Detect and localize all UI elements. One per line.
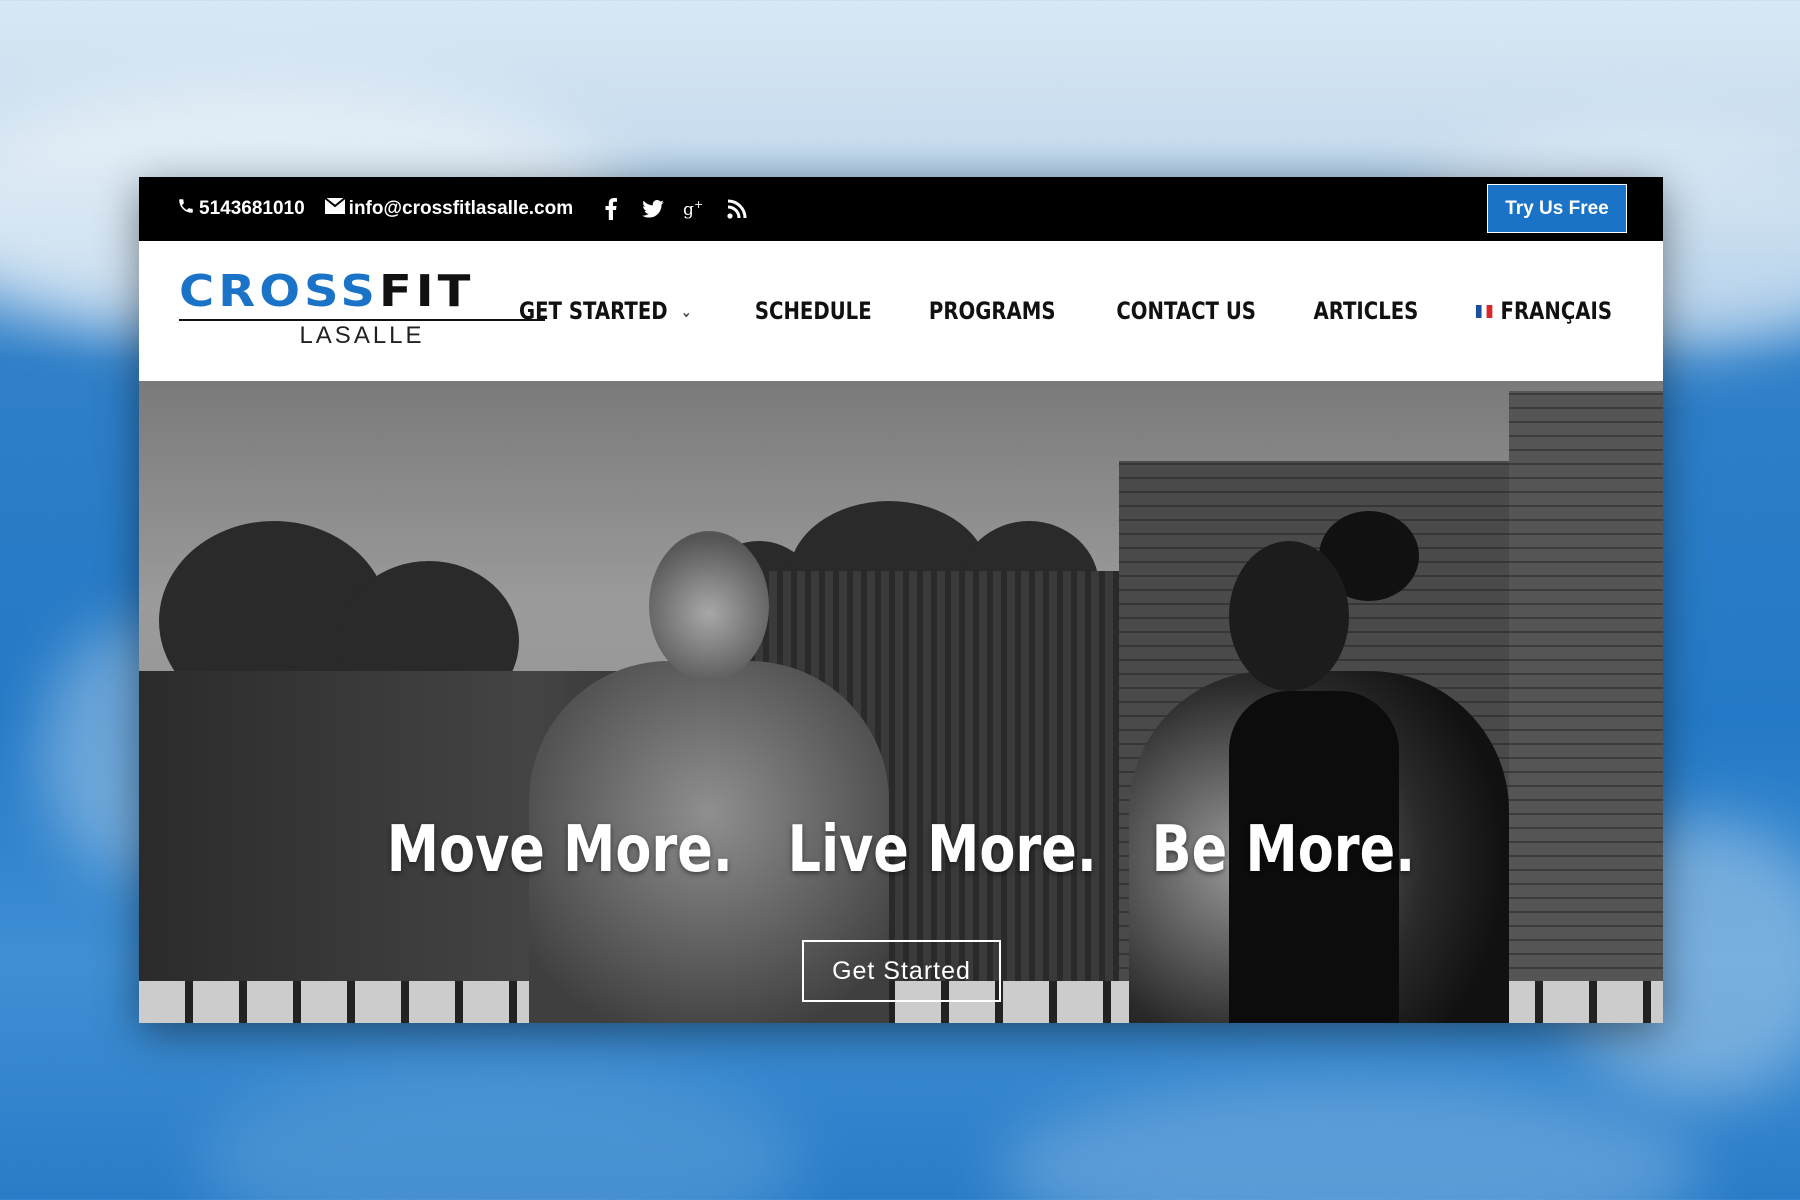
hero-headline: Move More. Live More. Be More. (386, 813, 1416, 887)
phone-link[interactable]: 5143681010 (177, 197, 305, 221)
social-links: g + (599, 197, 749, 221)
nav-item-contact-us[interactable]: CONTACT US (1116, 297, 1256, 325)
facebook-icon[interactable] (599, 197, 623, 221)
svg-text:+: + (694, 199, 703, 211)
nav-item-articles[interactable]: ARTICLES (1314, 297, 1419, 325)
main-nav: GET STARTED ⌄ SCHEDULE PROGRAMS CONTACT … (500, 241, 1627, 381)
try-us-free-button[interactable]: Try Us Free (1487, 184, 1627, 233)
nav-item-francais[interactable]: FRANÇAIS (1475, 297, 1612, 325)
crossfit-lasalle-logo[interactable]: CROSSFIT LASALLE (179, 269, 545, 351)
nav-item-get-started[interactable]: GET STARTED ⌄ (519, 297, 692, 325)
contact-info: 5143681010 info@crossfitlasalle.com (177, 197, 573, 221)
svg-text:g: g (683, 200, 694, 219)
email-address: info@crossfitlasalle.com (348, 198, 574, 219)
logo-subtitle: LASALLE (299, 322, 425, 349)
top-bar: 5143681010 info@crossfitlasalle.com g+ (139, 177, 1663, 241)
get-started-button[interactable]: Get Started (802, 940, 1001, 1002)
nav-item-programs[interactable]: PROGRAMS (929, 297, 1056, 325)
phone-icon (177, 197, 195, 221)
website-window: 5143681010 info@crossfitlasalle.com g+ (139, 177, 1663, 1023)
hero-photo-runner-right (1109, 511, 1549, 1023)
twitter-icon[interactable] (641, 197, 665, 221)
rss-icon[interactable] (725, 197, 749, 221)
logo-divider (179, 319, 545, 321)
hero-banner: Move More. Live More. Be More. Get Start… (139, 381, 1663, 1023)
french-flag-icon (1475, 304, 1493, 318)
logo-wordmark: CROSSFIT (179, 266, 475, 317)
mail-icon (324, 197, 346, 220)
site-header: CROSSFIT LASALLE GET STARTED ⌄ SCHEDULE … (139, 241, 1663, 381)
phone-number: 5143681010 (199, 198, 305, 219)
email-link[interactable]: info@crossfitlasalle.com (324, 197, 574, 220)
google-plus-icon[interactable]: g + (683, 197, 707, 221)
chevron-down-icon: ⌄ (681, 301, 693, 321)
nav-item-schedule[interactable]: SCHEDULE (755, 297, 872, 325)
